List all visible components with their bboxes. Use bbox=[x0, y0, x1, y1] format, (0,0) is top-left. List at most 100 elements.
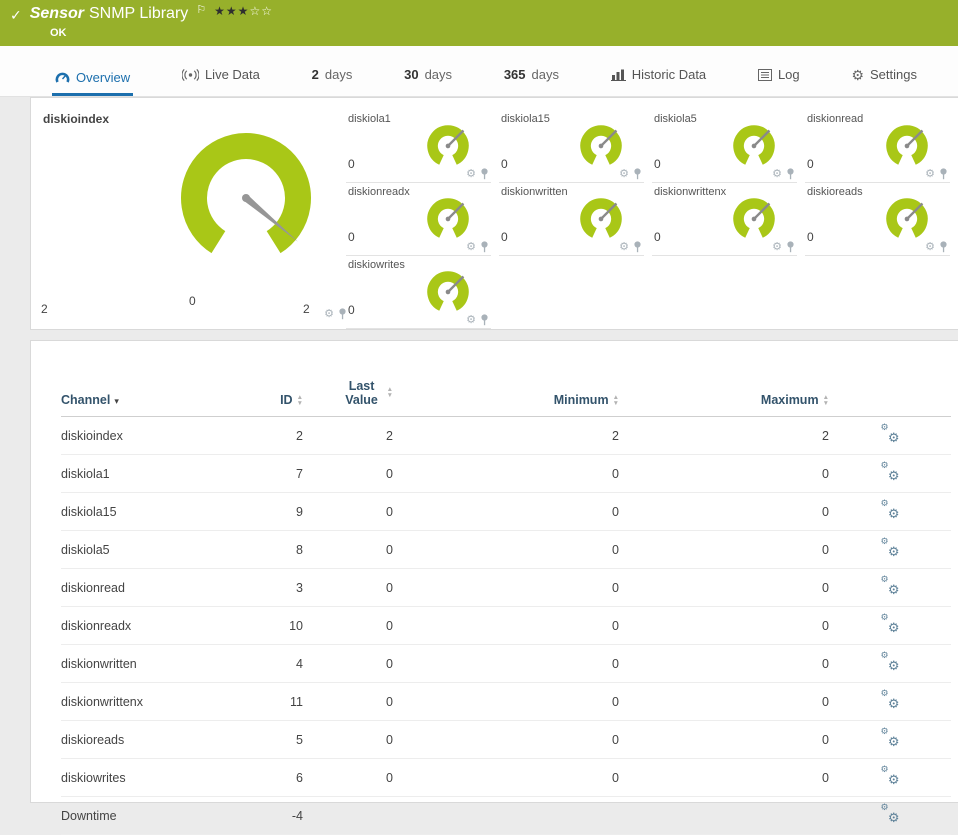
stars-empty[interactable]: ☆☆ bbox=[249, 4, 273, 18]
channel-settings-icon[interactable]: ⚙ ⚙ bbox=[881, 537, 900, 559]
gauge-pin-icon[interactable] bbox=[633, 168, 642, 180]
gauge-pin-icon[interactable] bbox=[480, 168, 489, 180]
gauge-scale-center: 0 bbox=[189, 294, 196, 308]
gauges-panel: diskioindex 2 0 2 ⚙ diskiola1 0 ⚙ diskio… bbox=[30, 97, 958, 330]
gauge-tile-diskioreads: diskioreads 0 ⚙ bbox=[805, 183, 950, 256]
small-gauge-dial bbox=[419, 263, 477, 317]
gauge-diskioindex: diskioindex 2 0 2 ⚙ bbox=[41, 106, 363, 324]
channel-last-value: 0 bbox=[303, 644, 393, 683]
channel-settings-icon[interactable]: ⚙ ⚙ bbox=[881, 689, 900, 711]
tab-label: days bbox=[531, 67, 559, 82]
gauge-scale-min: 2 bbox=[41, 302, 48, 316]
gauge-tile-diskionread: diskionread 0 ⚙ bbox=[805, 110, 950, 183]
channel-maximum: 0 bbox=[619, 530, 829, 569]
gauge-value: 0 bbox=[807, 230, 814, 244]
gauge-settings-icon[interactable]: ⚙ bbox=[619, 242, 629, 253]
channel-last-value: 0 bbox=[303, 530, 393, 569]
channel-name: diskiola1 bbox=[61, 454, 226, 493]
status-badge: OK bbox=[50, 27, 67, 39]
gauge-title: diskioindex bbox=[43, 112, 110, 126]
gauge-settings-icon[interactable]: ⚙ bbox=[925, 169, 935, 180]
channel-settings-icon[interactable]: ⚙ ⚙ bbox=[881, 613, 900, 635]
stars-filled[interactable]: ★★★ bbox=[214, 4, 249, 18]
tab-log[interactable]: Log bbox=[755, 67, 803, 96]
table-row: diskionreadx 10 0 0 0 ⚙ ⚙ bbox=[61, 606, 951, 645]
sensor-kind-label: Sensor bbox=[29, 5, 84, 22]
channel-minimum bbox=[393, 796, 619, 835]
channel-name: diskionreadx bbox=[61, 606, 226, 645]
channel-name: Downtime bbox=[61, 796, 226, 835]
channel-last-value: 0 bbox=[303, 568, 393, 607]
gauge-value: 0 bbox=[654, 157, 661, 171]
table-row: diskionread 3 0 0 0 ⚙ ⚙ bbox=[61, 568, 951, 607]
tab-label: Log bbox=[777, 67, 800, 82]
tab-live-data[interactable]: Live Data bbox=[179, 67, 263, 96]
settings-icon: ⚙ bbox=[851, 66, 864, 83]
channel-settings-icon[interactable]: ⚙ ⚙ bbox=[881, 499, 900, 521]
channel-settings-icon[interactable]: ⚙ ⚙ bbox=[881, 803, 900, 825]
priority-flag-icon[interactable]: ⚐ bbox=[196, 3, 206, 16]
channel-name: diskiola15 bbox=[61, 492, 226, 531]
channel-minimum: 2 bbox=[393, 416, 619, 455]
column-header-maximum[interactable]: Maximum ▲ ▼ bbox=[619, 375, 829, 417]
sort-icon: ▲ ▼ bbox=[386, 385, 393, 399]
table-row: diskioreads 5 0 0 0 ⚙ ⚙ bbox=[61, 720, 951, 759]
channel-id: 4 bbox=[226, 644, 303, 683]
gauge-value: 0 bbox=[348, 230, 355, 244]
gauge-settings-icon[interactable]: ⚙ bbox=[772, 169, 782, 180]
gauge-settings-icon[interactable]: ⚙ bbox=[619, 169, 629, 180]
small-gauge-dial bbox=[572, 117, 630, 171]
channel-settings-icon[interactable]: ⚙ ⚙ bbox=[881, 575, 900, 597]
tab-30-days[interactable]: 30 days bbox=[401, 67, 455, 96]
column-header-id[interactable]: ID ▲ ▼ bbox=[226, 375, 303, 417]
historic-data-icon bbox=[610, 69, 626, 81]
channel-settings-icon[interactable]: ⚙ ⚙ bbox=[881, 765, 900, 787]
tab-overview[interactable]: Overview bbox=[52, 70, 134, 96]
channel-name: diskioreads bbox=[61, 720, 226, 759]
sort-desc-icon: ▾ bbox=[114, 396, 119, 406]
tab-label: Historic Data bbox=[631, 67, 707, 82]
gauge-settings-icon[interactable]: ⚙ bbox=[466, 242, 476, 253]
channel-settings-icon[interactable]: ⚙ ⚙ bbox=[881, 651, 900, 673]
tab-label: days bbox=[324, 67, 353, 82]
channel-settings-icon[interactable]: ⚙ ⚙ bbox=[881, 727, 900, 749]
gauge-pin-icon[interactable] bbox=[480, 314, 489, 326]
column-header-channel[interactable]: Channel ▾ bbox=[61, 375, 226, 417]
channel-name: diskiola5 bbox=[61, 530, 226, 569]
tab-historic-data[interactable]: Historic Data bbox=[608, 67, 709, 96]
channel-settings-icon[interactable]: ⚙ ⚙ bbox=[881, 423, 900, 445]
gauge-settings-icon[interactable]: ⚙ bbox=[925, 242, 935, 253]
gauge-settings-icon[interactable]: ⚙ bbox=[324, 309, 334, 320]
channel-id: -4 bbox=[226, 796, 303, 835]
gauge-scale-max: 2 bbox=[303, 302, 310, 316]
channel-maximum: 0 bbox=[619, 492, 829, 531]
tab-settings[interactable]: ⚙ Settings bbox=[848, 67, 920, 96]
gauge-tile-diskiowrites: diskiowrites 0 ⚙ bbox=[346, 256, 491, 329]
priority-stars[interactable]: ★★★☆☆ bbox=[214, 4, 273, 18]
gauge-settings-icon[interactable]: ⚙ bbox=[466, 169, 476, 180]
gauge-pin-icon[interactable] bbox=[939, 168, 948, 180]
tab-number: 30 bbox=[404, 67, 419, 82]
main-gauge-dial bbox=[181, 133, 311, 254]
sensor-header: ✓ Sensor SNMP Library ⚐ ★★★☆☆ OK bbox=[0, 0, 958, 46]
gauge-pin-icon[interactable] bbox=[786, 168, 795, 180]
gauge-pin-icon[interactable] bbox=[939, 241, 948, 253]
channel-id: 11 bbox=[226, 682, 303, 721]
gauge-pin-icon[interactable] bbox=[633, 241, 642, 253]
tab-2-days[interactable]: 2 days bbox=[309, 67, 356, 96]
tab-label: Overview bbox=[76, 70, 131, 85]
gauge-pin-icon[interactable] bbox=[480, 241, 489, 253]
gauge-settings-icon[interactable]: ⚙ bbox=[466, 315, 476, 326]
gauge-pin-icon[interactable] bbox=[786, 241, 795, 253]
column-header-last-value[interactable]: Last Value ▲ ▼ bbox=[303, 375, 393, 417]
channel-settings-icon[interactable]: ⚙ ⚙ bbox=[881, 461, 900, 483]
gauge-settings-icon[interactable]: ⚙ bbox=[772, 242, 782, 253]
table-row: diskionwritten 4 0 0 0 ⚙ ⚙ bbox=[61, 644, 951, 683]
gauge-value: 0 bbox=[501, 230, 508, 244]
channel-maximum: 0 bbox=[619, 606, 829, 645]
small-gauges-grid: diskiola1 0 ⚙ diskiola15 0 ⚙ diskiola5 0… bbox=[346, 110, 950, 329]
tab-365-days[interactable]: 365 days bbox=[501, 67, 562, 96]
channel-minimum: 0 bbox=[393, 530, 619, 569]
channel-maximum: 0 bbox=[619, 720, 829, 759]
column-header-minimum[interactable]: Minimum ▲ ▼ bbox=[393, 375, 619, 417]
